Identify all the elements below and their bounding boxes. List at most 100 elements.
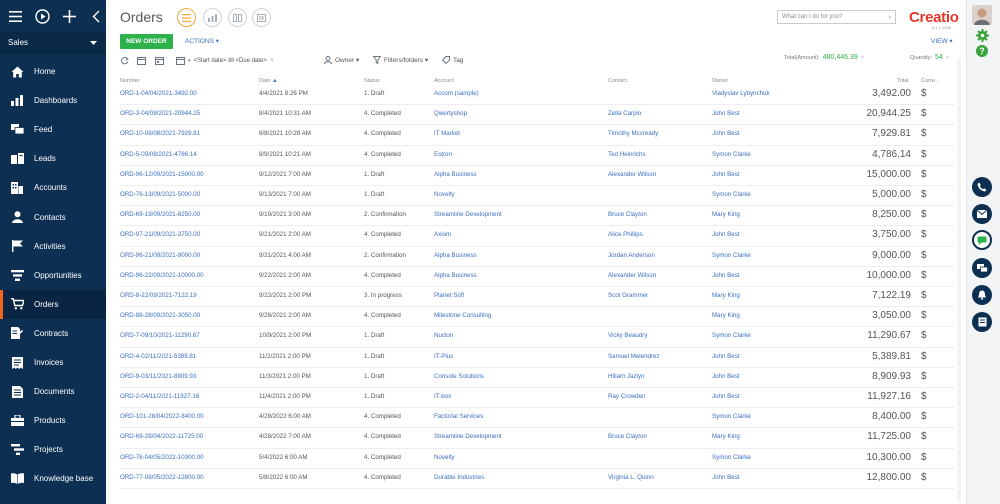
account-link[interactable]: Nuclon [434, 332, 606, 339]
owner-link[interactable]: Vladyslav Lybynchuk [712, 90, 802, 97]
order-number-link[interactable]: ORD-96-21/09/2021-9000.00 [120, 252, 254, 259]
tag-button[interactable]: Tag [442, 56, 463, 64]
remove-quantity-icon[interactable]: × [946, 55, 949, 61]
contact-link[interactable]: Bruce Clayton [608, 433, 712, 440]
scrollbar[interactable] [957, 60, 961, 500]
contact-link[interactable]: Timothy Mccready [608, 130, 712, 137]
sidebar-item-accounts[interactable]: Accounts [0, 173, 106, 202]
table-row[interactable]: ORD-5-09/08/2021-4786.14 8/9/2021 10:21 A… [120, 146, 955, 166]
calendar-week-icon[interactable] [155, 56, 164, 65]
view-menu-button[interactable]: VIEW ▾ [931, 37, 953, 45]
order-number-link[interactable]: ORD-4-02/11/2021-5389.81 [120, 353, 254, 360]
table-row[interactable]: ORD-69-28/04/2022-11725.00 4/28/2022 7:00… [120, 428, 955, 449]
contact-link[interactable]: Virginia L. Quinn [608, 474, 712, 481]
feed-messages-icon[interactable] [972, 258, 992, 278]
table-row[interactable]: ORD-97-21/09/2021-3750.00 9/21/2021 2:00 … [120, 226, 955, 247]
contact-link[interactable]: Jordan Anderson [608, 252, 712, 259]
order-number-link[interactable]: ORD-10-08/08/2021-7929.81 [120, 130, 254, 137]
account-link[interactable]: Factorial Services [434, 413, 606, 420]
owner-link[interactable]: John Best [712, 130, 802, 137]
filters-folders-button[interactable]: Filters/folders ▾ [373, 56, 428, 64]
sidebar-item-opportunities[interactable]: Opportunities [0, 261, 106, 290]
sidebar-item-activities[interactable]: Activities [0, 232, 106, 261]
remove-summary-icon[interactable]: × [861, 55, 864, 61]
contact-link[interactable]: Ted Heinrichs [608, 151, 712, 158]
owner-link[interactable]: Mary King [712, 292, 802, 299]
contact-link[interactable]: Ray Crowden [608, 393, 712, 400]
process-play-icon[interactable] [34, 8, 50, 24]
board-view-button[interactable] [228, 8, 247, 27]
order-number-link[interactable]: ORD-76-04/05/2022-10300.00 [120, 454, 254, 461]
account-link[interactable]: IT Market [434, 130, 606, 137]
col-header-status[interactable]: Status [364, 78, 380, 84]
sidebar-item-feed[interactable]: Feed [0, 115, 106, 144]
account-link[interactable]: Qwertyshop [434, 110, 606, 117]
order-number-link[interactable]: ORD-69-19/09/2021-8250.00 [120, 211, 254, 218]
workplace-selector[interactable]: Sales [0, 32, 106, 54]
table-row[interactable]: ORD-88-28/09/2021-3050.00 9/28/2021 2:00 … [120, 307, 955, 328]
table-row[interactable]: ORD-7-09/10/2021-11290.67 10/9/2021 2:00 … [120, 327, 955, 348]
owner-link[interactable]: Symon Clarke [712, 151, 802, 158]
table-row[interactable]: ORD-96-12/09/2021-15000.00 9/12/2021 7:00… [120, 166, 955, 186]
table-row[interactable]: ORD-3-04/08/2021-20944.25 8/4/2021 10:31 … [120, 105, 955, 126]
account-link[interactable]: Console Solutions [434, 373, 606, 380]
sidebar-item-invoices[interactable]: Invoices [0, 348, 106, 377]
tasks-icon[interactable] [972, 312, 992, 332]
contact-link[interactable]: Zella Carpio [608, 110, 712, 117]
owner-link[interactable]: John Best [712, 393, 802, 400]
tiles-view-button[interactable] [252, 8, 271, 27]
order-number-link[interactable]: ORD-9-03/11/2021-8909.93 [120, 373, 254, 380]
owner-link[interactable]: Mary King [712, 312, 802, 319]
total-amount-summary[interactable]: Total(Amount): 480,446.39 × [784, 54, 864, 61]
clear-date-icon[interactable]: × [270, 57, 274, 64]
contact-link[interactable]: Alexander Wilson [608, 272, 712, 279]
table-row[interactable]: ORD-96-22/09/2021-10000.00 9/22/2021 2:00… [120, 267, 955, 287]
order-number-link[interactable]: ORD-97-21/09/2021-3750.00 [120, 231, 254, 238]
table-row[interactable]: ORD-96-21/09/2021-9000.00 9/21/2021 4:00 … [120, 247, 955, 267]
owner-link[interactable]: Mary King [712, 211, 802, 218]
col-header-total[interactable]: Total [897, 78, 909, 84]
table-row[interactable]: ORD-77-08/05/2022-12800.00 5/8/2022 6:00 … [120, 469, 955, 489]
owner-link[interactable]: John Best [712, 171, 802, 178]
order-number-link[interactable]: ORD-101-28/04/2022-8400.00 [120, 413, 254, 420]
list-view-button[interactable] [177, 8, 196, 27]
order-number-link[interactable]: ORD-8-22/09/2021-7122.19 [120, 292, 254, 299]
order-number-link[interactable]: ORD-2-04/11/2021-11927.16 [120, 393, 254, 400]
menu-icon[interactable] [7, 8, 23, 24]
contact-link[interactable]: Scot Grammer [608, 292, 712, 299]
account-link[interactable]: Planet Soft [434, 292, 606, 299]
help-icon[interactable]: ? [976, 45, 988, 57]
order-number-link[interactable]: ORD-7-09/10/2021-11290.67 [120, 332, 254, 339]
owner-filter[interactable]: Owner ▾ [324, 56, 359, 64]
sidebar-item-projects[interactable]: Projects [0, 435, 106, 464]
col-header-currency[interactable]: Curre... [921, 78, 939, 84]
owner-link[interactable]: John Best [712, 110, 802, 117]
owner-link[interactable]: Mary King [712, 433, 802, 440]
table-row[interactable]: ORD-1-04/04/2021-3492.00 4/4/2021 8:26 PM… [120, 85, 955, 106]
sidebar-item-dashboards[interactable]: Dashboards [0, 86, 106, 115]
contact-link[interactable]: Alexander Wilson [608, 171, 712, 178]
owner-link[interactable]: Symon Clarke [712, 413, 802, 420]
owner-link[interactable]: John Best [712, 231, 802, 238]
order-number-link[interactable]: ORD-3-04/08/2021-20944.25 [120, 110, 254, 117]
account-link[interactable]: Estron [434, 151, 606, 158]
owner-link[interactable]: Symon Clarke [712, 191, 802, 198]
table-row[interactable]: ORD-76-04/05/2022-10300.00 5/4/2022 6:00 … [120, 449, 955, 469]
account-link[interactable]: Streamline Development [434, 211, 606, 218]
owner-link[interactable]: John Best [712, 272, 802, 279]
owner-link[interactable]: John Best [712, 373, 802, 380]
order-number-link[interactable]: ORD-96-22/09/2021-10000.00 [120, 272, 254, 279]
account-link[interactable]: Durable Industries [434, 474, 606, 481]
owner-link[interactable]: Symon Clarke [712, 454, 802, 461]
sidebar-item-products[interactable]: Products [0, 406, 106, 435]
table-row[interactable]: ORD-76-13/09/2021-5000.00 9/13/2021 7:00 … [120, 186, 955, 207]
new-order-button[interactable]: NEW ORDER [120, 34, 173, 49]
account-link[interactable]: IT-Plus [434, 353, 606, 360]
table-row[interactable]: ORD-2-04/11/2021-11927.16 11/4/2021 2:00 … [120, 388, 955, 409]
account-link[interactable]: Axiom [434, 231, 606, 238]
order-number-link[interactable]: ORD-96-12/09/2021-15000.00 [120, 171, 254, 178]
sidebar-item-contracts[interactable]: Contracts [0, 319, 106, 348]
col-header-account[interactable]: Account [434, 78, 454, 84]
col-header-contact[interactable]: Contact [608, 78, 627, 84]
table-row[interactable]: ORD-101-28/04/2022-8400.00 4/28/2022 6:00… [120, 408, 955, 429]
